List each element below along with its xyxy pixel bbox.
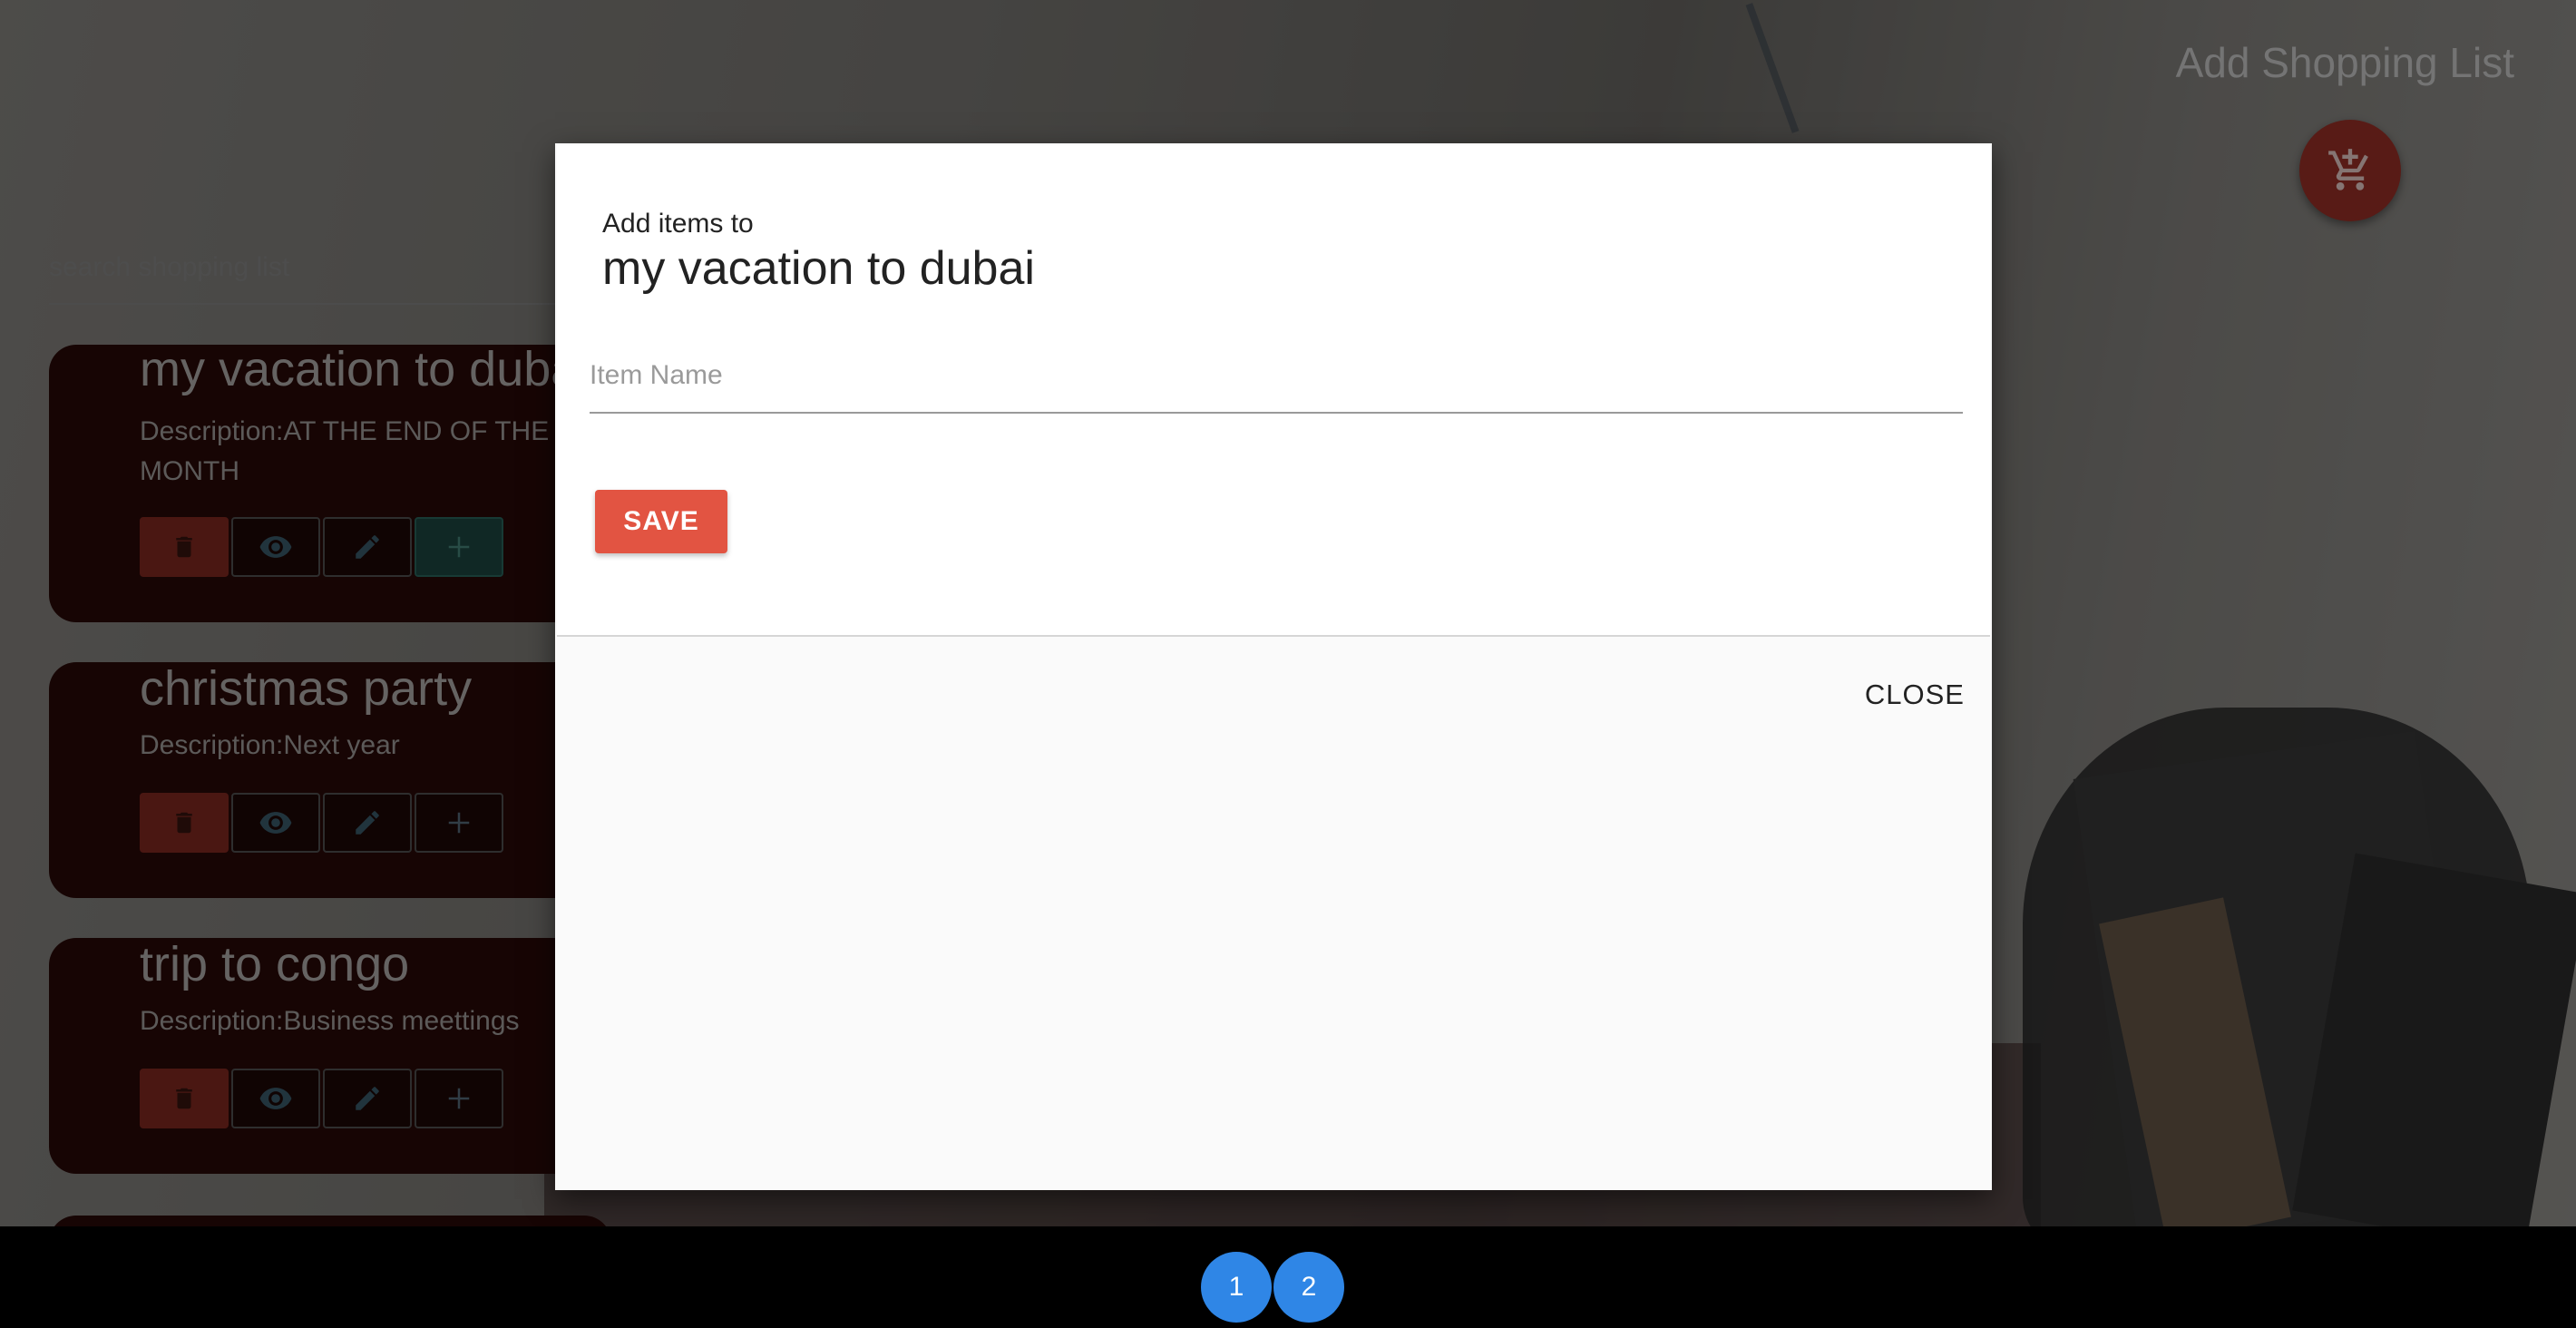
page-1-button[interactable]: 1	[1201, 1252, 1272, 1323]
add-items-modal: Add items to my vacation to dubai SAVE C…	[555, 143, 1992, 1190]
pagination: 1 2	[0, 1226, 2576, 1328]
item-name-input[interactable]	[590, 339, 1963, 414]
modal-subtitle: Add items to	[602, 209, 754, 239]
modal-content: Add items to my vacation to dubai SAVE	[557, 145, 1990, 637]
page-2-button[interactable]: 2	[1273, 1252, 1344, 1323]
close-button[interactable]: CLOSE	[1843, 666, 1970, 724]
modal-title: my vacation to dubai	[602, 242, 1035, 295]
save-button[interactable]: SAVE	[595, 490, 727, 553]
